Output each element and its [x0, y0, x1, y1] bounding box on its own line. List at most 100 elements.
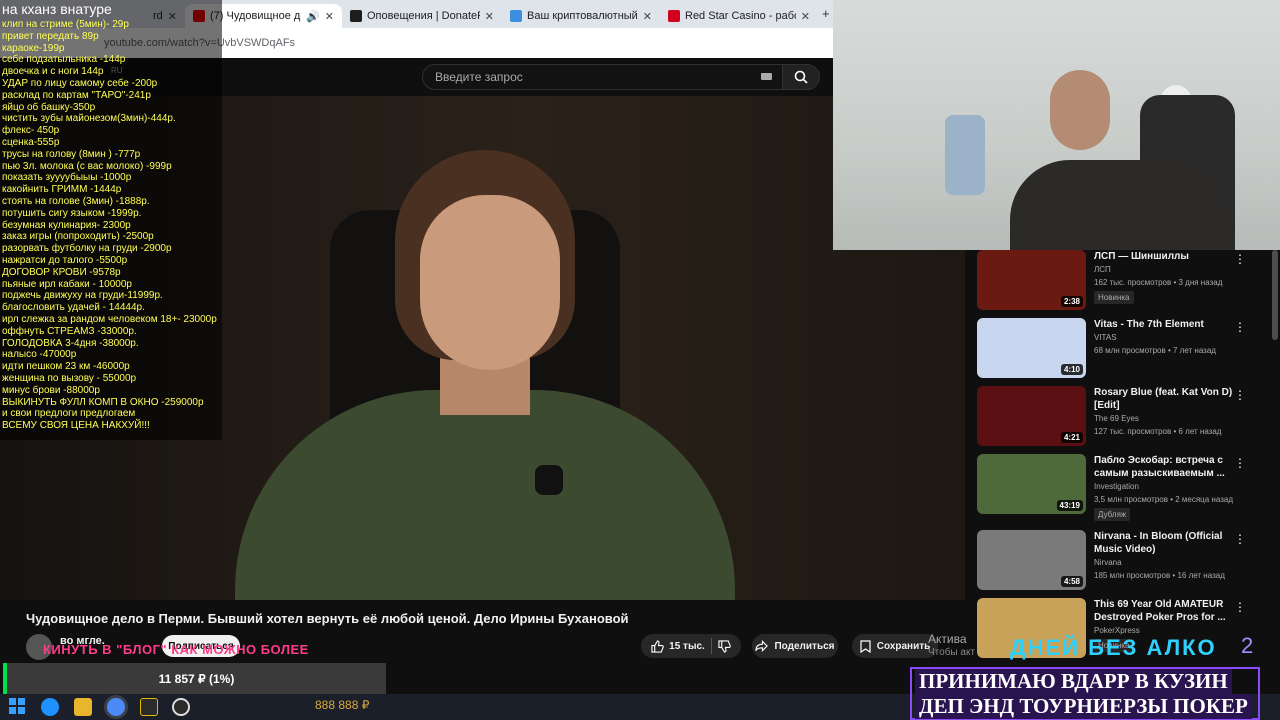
price-list-item: себе подзатыльника -144р: [2, 54, 126, 66]
like-dislike-group: 15 тыс.: [641, 634, 741, 658]
recommendation-title[interactable]: ЛСП — Шиншиллы: [1094, 250, 1234, 263]
price-list-item: минус брови -88000р: [2, 384, 100, 396]
recommendation-item[interactable]: 2:38 ЛСП — Шиншиллы ЛСП 162 тыс. просмотров…: [977, 250, 1267, 314]
like-button[interactable]: 15 тыс.: [651, 639, 705, 653]
recommendation-title[interactable]: This 69 Year Old AMATEUR Destroyed Poker…: [1094, 598, 1234, 624]
tab-label: Оповещения | DonatePay: [367, 10, 480, 22]
recommendation-item[interactable]: 4:21 Rosary Blue (feat. Kat Von D) [Edit]…: [977, 386, 1267, 450]
price-list-item: пьяные ирл кабаки - 10000р: [2, 278, 132, 290]
recommendation-badge: Новинка: [1094, 291, 1134, 304]
close-icon[interactable]: ✕: [801, 10, 810, 23]
price-list-item: УДАР по лицу самому себе -200р: [2, 77, 158, 89]
close-icon[interactable]: ✕: [485, 10, 494, 23]
recommendation-title[interactable]: Пабло Эскобар: встреча с самым разыскива…: [1094, 454, 1234, 480]
thumbs-down-icon[interactable]: [718, 639, 731, 653]
obs-icon[interactable]: [172, 698, 190, 716]
chrome-icon[interactable]: [107, 698, 125, 716]
recommendation-meta: 68 млн просмотров • 7 лет назад: [1094, 346, 1216, 355]
bookmark-icon: [860, 639, 871, 653]
recommendation-channel[interactable]: Nirvana: [1094, 558, 1122, 567]
price-list-item: трусы на голову (8мин ) -777р: [2, 148, 141, 160]
recommendation-title[interactable]: Vitas - The 7th Element: [1094, 318, 1234, 331]
close-icon[interactable]: ✕: [643, 10, 652, 23]
video-thumbnail[interactable]: 4:21: [977, 386, 1086, 446]
windows-start-icon[interactable]: [9, 698, 27, 716]
price-list-item: ВЫКИНУТЬ ФУЛЛ КОМП В ОКНО -259000р: [2, 396, 204, 408]
recommendation-meta: 185 млн просмотров • 16 лет назад: [1094, 571, 1225, 580]
browser-tab-2[interactable]: Оповещения | DonatePay ✕: [342, 4, 502, 28]
price-list-item: разорвать футболку на груди -2900р: [2, 243, 172, 255]
price-list-item: ГОЛОДОВКА 3-4дня -38000р.: [2, 337, 139, 349]
keyboard-icon[interactable]: [761, 73, 772, 80]
recommendation-channel[interactable]: Investigation: [1094, 482, 1139, 491]
price-list-item: заказ игры (попроходить) -2500р: [2, 231, 154, 243]
search-button[interactable]: [782, 64, 820, 90]
more-options-icon[interactable]: ⋮: [1234, 320, 1246, 334]
recommendation-badge: Дубляж: [1094, 508, 1131, 521]
more-options-icon[interactable]: ⋮: [1234, 252, 1246, 266]
speaker-icon[interactable]: 🔊: [306, 10, 320, 23]
recommendation-channel[interactable]: ЛСП: [1094, 265, 1111, 274]
more-options-icon[interactable]: ⋮: [1234, 600, 1246, 614]
tab-label: (7) Чудовищное дело в Пе: [210, 10, 301, 22]
video-thumbnail[interactable]: 2:38: [977, 250, 1086, 310]
recommendation-channel[interactable]: PokerXpress: [1094, 626, 1140, 635]
price-list-item: какойнить ГРИММ -1444р: [2, 184, 122, 196]
more-options-icon[interactable]: ⋮: [1234, 388, 1246, 402]
tab-label: Red Star Casino - рабочее зер: [685, 10, 796, 22]
like-count: 15 тыс.: [669, 640, 705, 652]
recommendation-meta: 3,5 млн просмотров • 2 месяца назад: [1094, 495, 1233, 504]
save-button[interactable]: Сохранить: [852, 634, 938, 658]
video-frame-face: [420, 195, 560, 370]
recommendation-title[interactable]: Rosary Blue (feat. Kat Von D) [Edit]: [1094, 386, 1234, 412]
price-list-item: благословить удачей - 14444р.: [2, 302, 145, 314]
price-list-item: стоять на голове (3мин) -1888р.: [2, 195, 150, 207]
video-thumbnail[interactable]: 4:10: [977, 318, 1086, 378]
new-tab-button[interactable]: +: [822, 6, 830, 21]
recommendation-channel[interactable]: The 69 Eyes: [1094, 414, 1139, 423]
video-thumbnail[interactable]: 4:58: [977, 530, 1086, 590]
overlay-list: клип на стриме (5мин)- 29р привет передат…: [2, 19, 217, 432]
close-icon[interactable]: ✕: [325, 10, 334, 23]
webcam-object: [945, 115, 985, 195]
browser-tab-4[interactable]: Red Star Casino - рабочее зер ✕: [660, 4, 818, 28]
browser-tab-3[interactable]: Ваш криптовалютный кошел ✕: [502, 4, 660, 28]
share-icon: [755, 640, 769, 652]
more-options-icon[interactable]: ⋮: [1234, 532, 1246, 546]
donation-goal-bar: 11 857 ₽ (1%): [3, 663, 386, 694]
recommendation-item[interactable]: 43:19 Пабло Эскобар: встреча с самым разы…: [977, 454, 1267, 521]
price-list-item: потушить сигу языком -1999р.: [2, 207, 142, 219]
recommendation-title[interactable]: Nirvana - In Bloom (Official Music Video…: [1094, 530, 1234, 556]
days-banner: ДНЕЙ БЕЗ АЛКО: [1010, 635, 1217, 660]
price-list-item: расклад по картам "ТАРО"-241р: [2, 89, 151, 101]
more-options-icon[interactable]: ⋮: [1234, 456, 1246, 470]
price-list-item: показать зуууубыыы -1000р: [2, 172, 132, 184]
pink-ticker: КИНУТЬ В "БЛОГ" КАК МОЖНО БОЛЕЕ: [43, 642, 309, 657]
price-list-item: оффнуть СТРЕАМЗ -33000р.: [2, 325, 137, 337]
price-list-item: поджечь движуху на груди-11999р.: [2, 290, 163, 302]
edge-icon[interactable]: [41, 698, 59, 716]
folder-icon[interactable]: [74, 698, 92, 716]
overlay-title: на кханз внатуре: [2, 1, 112, 17]
share-label: Поделиться: [774, 640, 835, 652]
price-list-item: женщина по вызову - 55000р: [2, 372, 137, 384]
scrollbar[interactable]: [1272, 250, 1278, 340]
price-list-item: двоечка и с ноги 144р: [2, 66, 104, 78]
recommendation-item[interactable]: 4:10 Vitas - The 7th Element VITAS 68 млн п…: [977, 318, 1267, 382]
duration-badge: 4:58: [1060, 576, 1083, 587]
app-icon[interactable]: [140, 698, 158, 716]
price-list-item: ДОГОВОР КРОВИ -9578р: [2, 266, 121, 278]
search-input[interactable]: Введите запрос: [422, 64, 784, 90]
price-list-item: привет передать 89р: [2, 30, 99, 42]
search-icon: [794, 70, 808, 84]
video-title: Чудовищное дело в Перми. Бывший хотел ве…: [26, 611, 629, 626]
recommendation-item[interactable]: 4:58 Nirvana - In Bloom (Official Music V…: [977, 530, 1267, 594]
taskbar-money: 888 888 ₽: [315, 698, 370, 712]
price-list-item: безумная кулинария- 2300р: [2, 219, 131, 231]
share-button[interactable]: Поделиться: [752, 634, 838, 658]
price-list-item: пью 3л. молока (с вас молоко) -999р: [2, 160, 172, 172]
video-thumbnail[interactable]: 43:19: [977, 454, 1086, 514]
price-list-item: нажратси до талого -5500р: [2, 254, 128, 266]
recommendation-channel[interactable]: VITAS: [1094, 333, 1117, 342]
duration-badge: 43:19: [1056, 500, 1083, 511]
